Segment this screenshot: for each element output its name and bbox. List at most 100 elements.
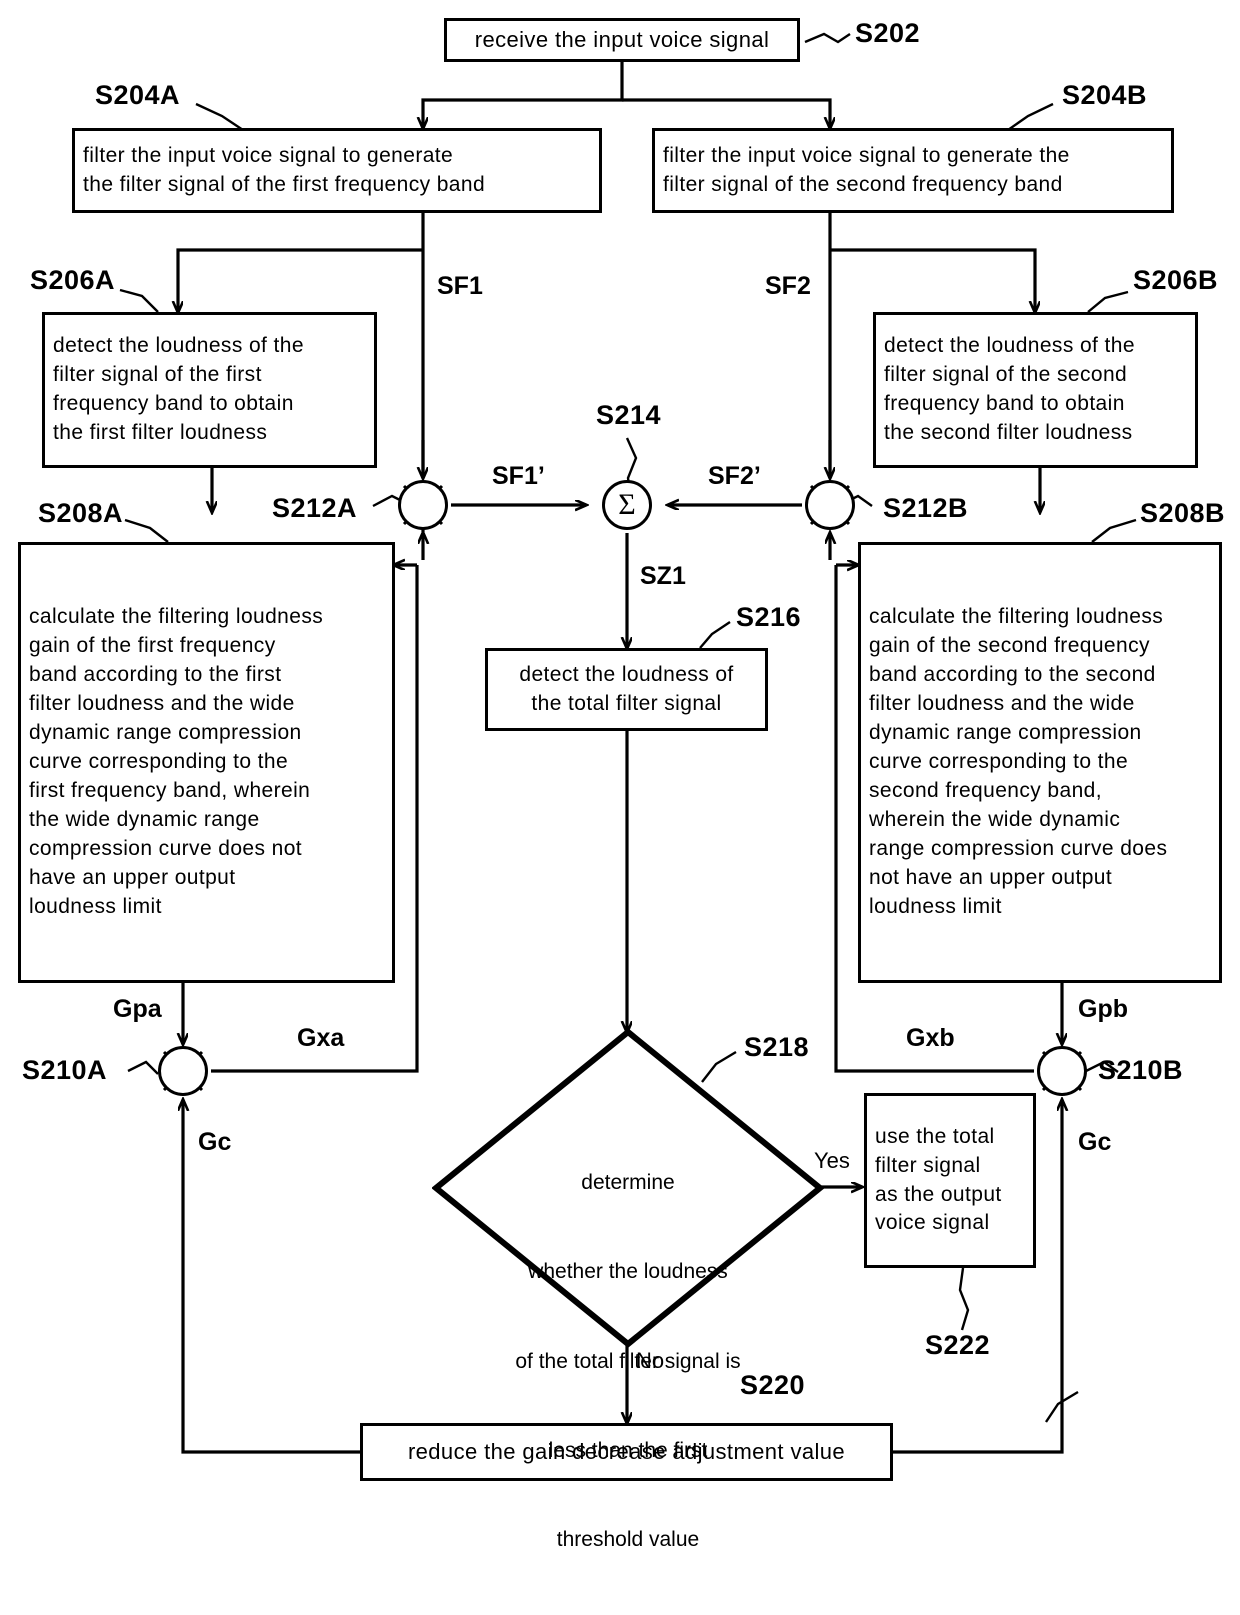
step-s208a-line-11: loudness limit [29,894,162,918]
multiplier-s210a[interactable] [158,1046,208,1096]
ref-s214: S214 [596,400,662,430]
step-s204b-line-2: filter signal of the second frequency ba… [663,172,1063,196]
step-s204b-box[interactable]: filter the input voice signal to generat… [652,128,1174,213]
step-s208a-line-3: band according to the first [29,663,282,687]
signal-label-sf1-prime: SF1’ [492,462,545,490]
signal-label-gpb: Gpb [1078,995,1128,1023]
step-s208a-line-7: first frequency band, wherein [29,778,311,802]
step-s208b-line-7: second frequency band, [869,778,1102,802]
step-s208a-line-10: have an upper output [29,865,236,889]
ref-s212a: S212A [272,493,358,523]
multiplier-s210b[interactable] [1037,1046,1087,1096]
ref-s202: S202 [855,18,921,48]
step-s208b-line-2: gain of the second frequency [869,634,1150,658]
decision-s218-line-2: whether the loudness [528,1260,728,1284]
step-s222-line-1: use the total [875,1124,995,1148]
summation-s214[interactable]: Σ [602,480,652,530]
step-s206b-box[interactable]: detect the loudness of the filter signal… [873,312,1198,468]
step-s216-line-1: detect the loudness of [519,662,734,686]
step-s204a-line-2: the filter signal of the first frequency… [83,172,486,196]
signal-label-gxa: Gxa [297,1024,345,1052]
wire-s204b-to-s206b [830,248,1035,312]
ref-s210a: S210A [22,1055,108,1085]
step-s208a-line-9: compression curve does not [29,836,303,860]
leader-s222 [958,1267,970,1331]
leader-s206b [1087,290,1129,313]
leader-s220 [1045,1390,1079,1423]
step-s208b-line-9: range compression curve does [869,836,1168,860]
step-s222-box[interactable]: use the total filter signal as the outpu… [864,1093,1036,1268]
leader-s212a [372,494,401,508]
ref-s206b: S206B [1133,265,1219,295]
multiplier-s212a[interactable] [398,480,448,530]
step-s208a-line-4: filter loudness and the wide [29,692,295,716]
step-s208b-line-1: calculate the filtering loudness [869,605,1164,629]
step-s206a-line-1: detect the loudness of the [53,334,304,358]
signal-label-gxb: Gxb [906,1024,955,1052]
branch-label-yes: Yes [814,1148,850,1173]
step-s208a-line-6: curve corresponding to the [29,750,289,774]
ref-s204b: S204B [1062,80,1148,110]
signal-label-gc-right: Gc [1078,1128,1112,1156]
signal-label-gc-left: Gc [198,1128,232,1156]
step-s222-line-3: as the output [875,1182,1002,1206]
flowchart-canvas: receive the input voice signal S202 filt… [0,0,1240,1551]
leader-s202 [804,32,851,44]
step-s208b-line-3: band according to the second [869,663,1156,687]
step-s208a-line-2: gain of the first frequency [29,634,276,658]
step-s206a-line-4: the first filter loudness [53,420,268,444]
leader-s208a [124,518,169,543]
signal-label-gpa: Gpa [113,995,162,1023]
ref-s204a: S204A [95,80,181,110]
step-s206a-line-2: filter signal of the first [53,363,262,387]
ref-s208a: S208A [38,498,124,528]
step-s208b-line-4: filter loudness and the wide [869,692,1135,716]
step-s208a-line-5: dynamic range compression [29,721,302,745]
step-s208b-line-8: wherein the wide dynamic [869,807,1121,831]
step-s206b-line-2: filter signal of the second [884,363,1128,387]
step-s208b-line-5: dynamic range compression [869,721,1142,745]
decision-s218-line-4: less than the first [548,1438,708,1462]
step-s204a-line-1: filter the input voice signal to generat… [83,143,454,167]
decision-s218-line-1: determine [581,1170,675,1194]
step-s202-box[interactable]: receive the input voice signal [444,18,800,62]
step-s208a-line-8: the wide dynamic range [29,807,260,831]
leader-s216 [699,621,731,649]
step-s222-line-2: filter signal [875,1153,981,1177]
signal-label-sf1: SF1 [437,272,483,300]
leader-s208b [1091,518,1137,543]
step-s208a-box[interactable]: calculate the filtering loudness gain of… [18,542,395,983]
decision-s218-line-5: threshold value [556,1528,700,1552]
wire-s202-to-s204b [622,98,830,128]
ref-s206a: S206A [30,265,116,295]
step-s206a-line-3: frequency band to obtain [53,392,294,415]
step-s206b-line-1: detect the loudness of the [884,334,1135,358]
step-s204a-box[interactable]: filter the input voice signal to generat… [72,128,602,213]
ref-s222: S222 [925,1330,991,1360]
leader-s210a [127,1060,159,1075]
leader-s204a [195,102,244,131]
ref-s212b: S212B [883,493,969,523]
step-s208a-line-1: calculate the filtering loudness [29,605,324,629]
step-s204b-line-1: filter the input voice signal to generat… [663,143,1070,167]
ref-s218: S218 [744,1032,810,1062]
ref-s216: S216 [736,602,802,632]
signal-label-sf2-prime: SF2’ [708,462,761,490]
step-s216-box[interactable]: detect the loudness of the total filter … [485,648,768,731]
step-s208b-box[interactable]: calculate the filtering loudness gain of… [858,542,1222,983]
step-s206a-box[interactable]: detect the loudness of the filter signal… [42,312,377,468]
step-s206b-line-3: frequency band to obtain [884,392,1125,415]
decision-s218-line-3: of the total filter signal is [515,1349,741,1373]
step-s208b-line-11: loudness limit [869,894,1002,918]
wire-s202-to-s204a [423,62,624,128]
step-s202-line-1: receive the input voice signal [474,26,770,52]
leader-s206a [119,288,159,313]
signal-label-sf2: SF2 [765,272,811,300]
ref-s210b: S210B [1098,1055,1184,1085]
step-s208b-line-10: not have an upper output [869,865,1113,889]
leader-s204b [1007,102,1054,131]
sigma-icon: Σ [618,488,636,521]
signal-label-sz1: SZ1 [640,562,686,590]
branch-label-no: No [636,1348,665,1373]
multiplier-s212b[interactable] [805,480,855,530]
